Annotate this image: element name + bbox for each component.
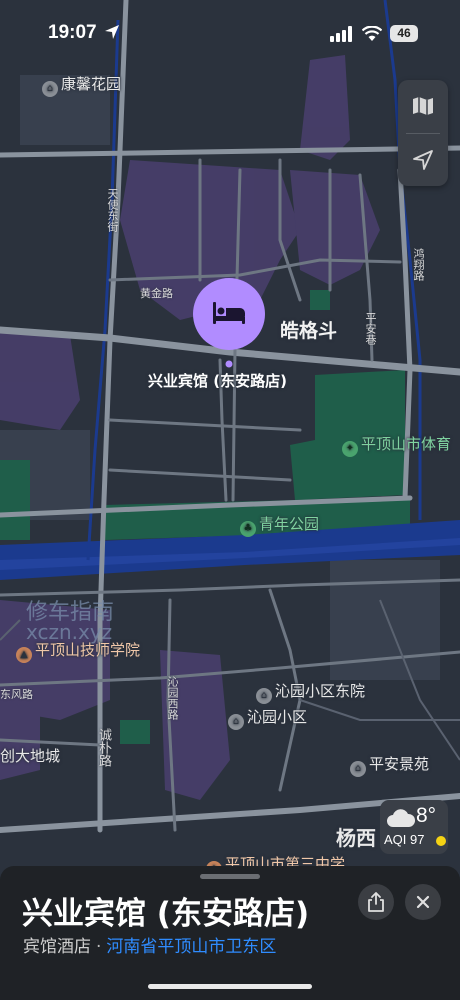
wifi-icon	[362, 26, 382, 41]
street-label: 天使东街	[106, 188, 119, 232]
selected-place-pin[interactable]	[193, 278, 265, 368]
poi-kangxin-garden[interactable]: ⌂ 康馨花园	[42, 73, 121, 97]
map-label-mall: 创大地城	[0, 747, 61, 765]
place-subtitle: 宾馆酒店 · 河南省平顶山市卫东区	[23, 932, 276, 957]
place-card[interactable]: 兴业宾馆 (东安路店) 宾馆酒店 · 河南省平顶山市卫东区	[0, 866, 460, 1000]
place-address-link[interactable]: 河南省平顶山市卫东区	[106, 937, 276, 957]
share-button[interactable]	[358, 884, 394, 920]
share-icon	[368, 892, 384, 912]
district-label: 皓格斗	[280, 320, 338, 342]
poi-sports-center[interactable]: ✦ 平顶山市体育	[342, 433, 451, 457]
building-icon: ⌂	[228, 714, 244, 730]
map-icon	[413, 97, 433, 115]
cloud-icon	[387, 809, 416, 827]
map-controls	[398, 80, 448, 186]
map-mode-button[interactable]	[398, 80, 448, 132]
weather-temperature: 8°	[416, 804, 437, 827]
poi-pingan-jingyuan[interactable]: ⌂ 平安景苑	[350, 753, 429, 777]
building-icon: ⌂	[350, 761, 366, 777]
building-icon: ⌂	[256, 688, 272, 704]
watermark-url: xczn.xyz	[26, 620, 113, 644]
street-label: 平安巷	[364, 312, 377, 345]
cellular-signal-icon	[330, 26, 352, 42]
weather-aqi: AQI 97	[384, 832, 425, 847]
place-title: 兴业宾馆 (东安路店)	[22, 896, 310, 932]
sheet-grabber[interactable]	[200, 874, 260, 879]
aqi-indicator-dot	[436, 836, 446, 846]
place-category: 宾馆酒店	[23, 937, 91, 957]
bed-icon	[213, 302, 245, 324]
selected-place-label: 兴业宾馆 (东安路店)	[148, 372, 287, 390]
separator: ·	[96, 937, 102, 957]
location-arrow-icon	[105, 25, 119, 39]
map-label-east: 杨西	[336, 826, 376, 850]
status-bar: 19:07 46	[0, 0, 460, 64]
tree-icon: ♣	[240, 521, 256, 537]
poi-qinyuan[interactable]: ⌂ 沁园小区	[228, 706, 307, 730]
street-label: 东风路	[0, 688, 33, 701]
park-icon: ✦	[342, 441, 358, 457]
home-indicator[interactable]	[148, 984, 312, 989]
poi-youth-park[interactable]: ♣ 青年公园	[240, 513, 319, 537]
building-icon: ⌂	[42, 81, 58, 97]
poi-qinyuan-east[interactable]: ⌂ 沁园小区东院	[256, 680, 365, 704]
current-location-button[interactable]	[398, 134, 448, 186]
street-label: 沁园西路	[166, 676, 179, 720]
location-arrow-outline-icon	[413, 150, 433, 170]
close-icon	[416, 895, 430, 909]
street-label: 鸿翔路	[412, 248, 425, 281]
close-button[interactable]	[405, 884, 441, 920]
status-time: 19:07	[48, 22, 97, 43]
street-label: 诚朴路	[96, 728, 111, 767]
school-icon: ▲	[16, 647, 32, 663]
battery-indicator: 46	[390, 25, 418, 42]
street-label: 黄金路	[140, 287, 173, 300]
weather-widget[interactable]: 8° AQI 97	[380, 800, 448, 854]
